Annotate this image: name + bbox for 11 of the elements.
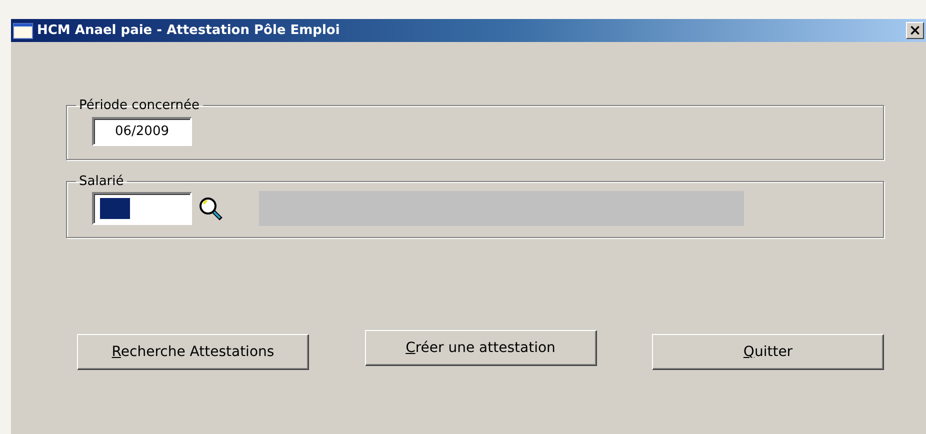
group-label: Salarié	[78, 174, 125, 189]
window-icon	[13, 22, 33, 38]
action-button[interactable]: Recherche Attestations	[77, 334, 309, 370]
action-button[interactable]: Quitter	[652, 334, 884, 370]
window-title: HCM Anael paie - Attestation Pôle Emploi	[37, 23, 341, 38]
group-label: Période concernée	[78, 98, 201, 113]
period-field[interactable]: 06/2009	[92, 117, 192, 146]
search-icon[interactable]	[198, 196, 224, 222]
close-button[interactable]: ×	[906, 22, 924, 39]
employee-field[interactable]	[92, 192, 192, 225]
action-button[interactable]: Créer une attestation	[364, 330, 596, 366]
